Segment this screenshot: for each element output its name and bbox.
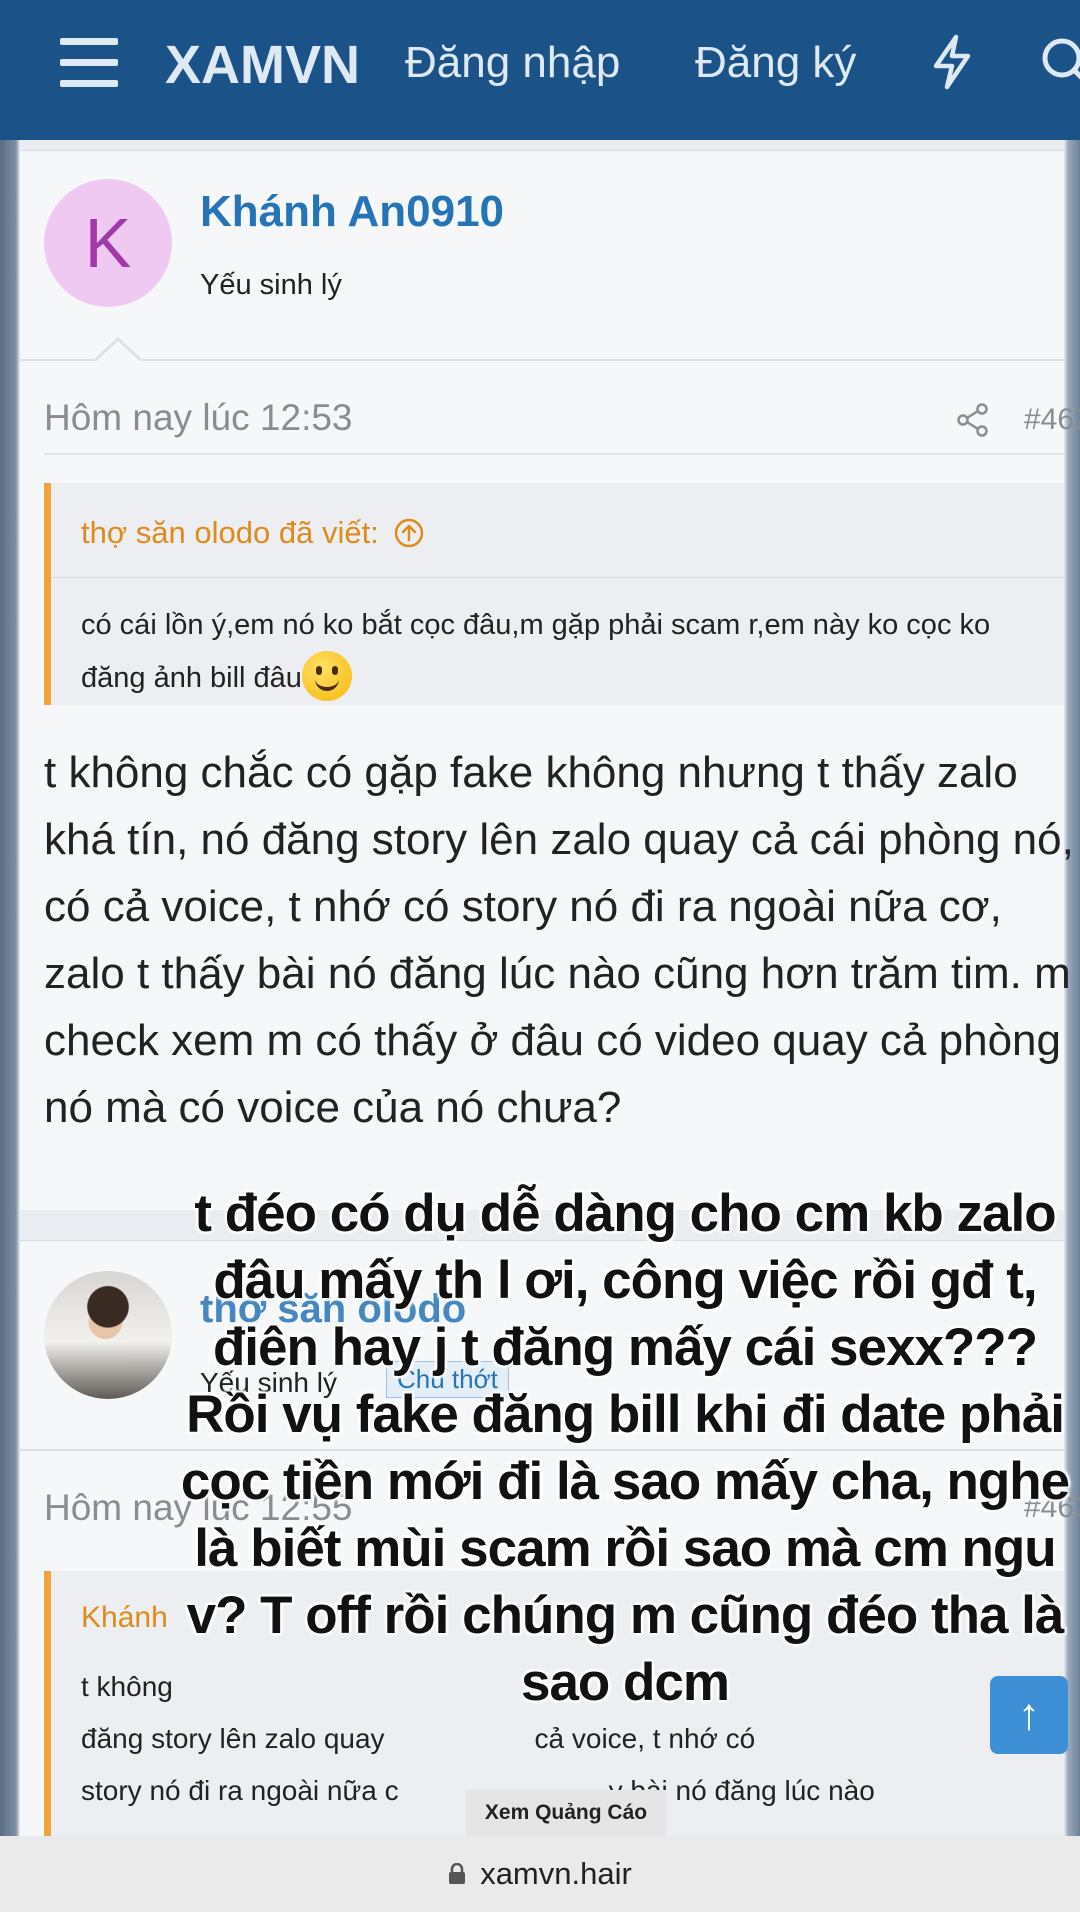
bolt-icon[interactable] — [930, 34, 974, 90]
header-notch-fill — [94, 341, 142, 363]
divider — [51, 577, 1064, 578]
share-icon[interactable] — [956, 403, 990, 437]
quote-line-text: đăng story lên zalo quay — [81, 1723, 385, 1754]
post-date[interactable]: Hôm nay lúc 12:53 — [44, 397, 353, 439]
menu-icon[interactable] — [60, 38, 118, 90]
quote-line-text: cả voice, t nhớ có — [534, 1723, 756, 1754]
arrow-up-circle-icon[interactable] — [393, 517, 425, 549]
smiley-icon — [301, 651, 352, 701]
search-icon[interactable] — [1040, 36, 1080, 86]
quote-line-text: story nó đi ra ngoài nữa c — [81, 1775, 399, 1806]
quote-line: đăng story lên zalo quay cả voice, t nhớ … — [81, 1713, 1061, 1765]
post-number[interactable]: #462 — [1024, 403, 1080, 437]
avatar[interactable]: K — [44, 179, 172, 307]
login-link[interactable]: Đăng nhập — [405, 38, 620, 88]
divider — [44, 453, 1064, 455]
quote-author-text: thợ săn olodo đã viết: — [81, 515, 379, 550]
top-navbar: XAMVN Đăng nhập Đăng ký — [0, 0, 1080, 140]
post-body: t không chắc có gặp fake không nhưng t t… — [44, 748, 1074, 1132]
avatar[interactable] — [44, 1271, 172, 1399]
quote-author[interactable]: thợ săn olodo đã viết: — [81, 515, 425, 551]
post-card: K Khánh An0910 Yếu sinh lý Hôm nay lúc 1… — [20, 150, 1080, 1210]
site-logo[interactable]: XAMVN — [165, 34, 360, 96]
register-link[interactable]: Đăng ký — [695, 38, 856, 88]
url-text: xamvn.hair — [480, 1856, 632, 1891]
lock-icon — [449, 1863, 466, 1884]
post-user-header: K Khánh An0910 Yếu sinh lý — [20, 151, 1064, 361]
browser-url-bar[interactable]: xamvn.hair — [0, 1836, 1080, 1912]
quote-text: có cái lồn ý,em nó ko bắt cọc đâu,m gặp … — [81, 609, 991, 694]
quote-block: thợ săn olodo đã viết: có cái lồn ý,em n… — [44, 483, 1064, 705]
quote-author[interactable]: Khánh — [81, 1601, 168, 1635]
divider — [20, 359, 1064, 361]
ad-label[interactable]: Xem Quảng Cáo — [466, 1790, 666, 1836]
overlay-caption: t đéo có dụ dễ dàng cho cm kb zalo đâu m… — [180, 1184, 1070, 1712]
username-link[interactable]: Khánh An0910 — [200, 187, 504, 237]
scroll-top-icon[interactable]: ↑ — [990, 1676, 1068, 1754]
user-title: Yếu sinh lý — [200, 269, 342, 301]
quote-body: có cái lồn ý,em nó ko bắt cọc đâu,m gặp … — [81, 599, 1061, 704]
